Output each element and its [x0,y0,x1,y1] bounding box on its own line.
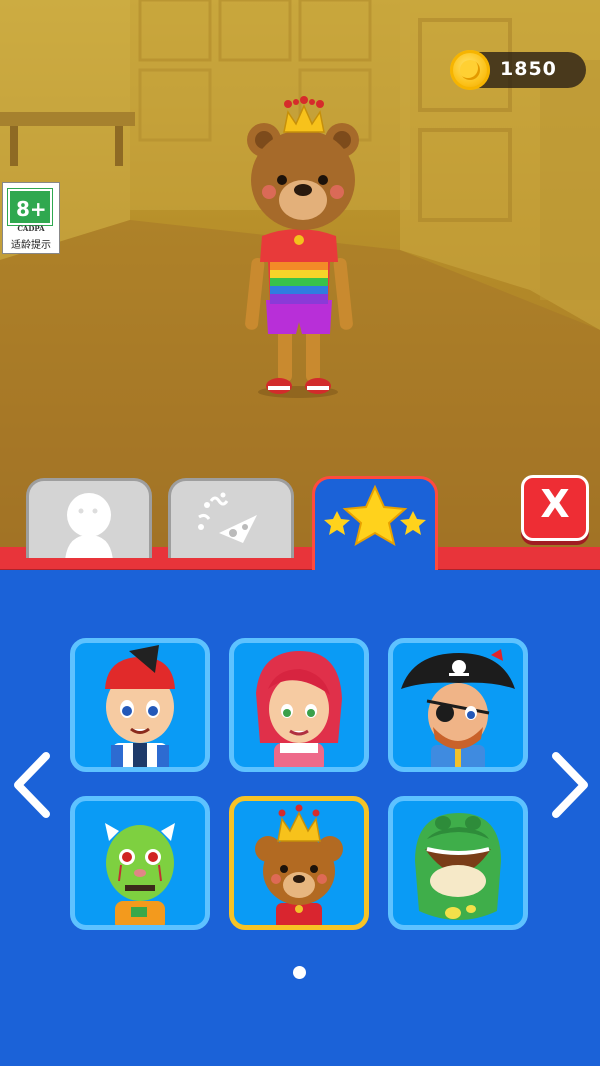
coin-counter: 1850 [450,50,586,90]
chevron-right-icon [552,752,588,818]
tab-special[interactable] [312,476,438,580]
tab-emotes[interactable] [168,478,294,558]
close-label: X [540,482,570,526]
prev-page-button[interactable] [10,750,56,820]
skin-card-boy[interactable] [70,638,210,772]
pirate-avatar [401,649,515,767]
skin-card-frog[interactable] [388,796,528,930]
bear-king-avatar [255,804,343,925]
age-rating-org: CADPA [17,224,45,233]
age-rating-icon: 8+ [7,188,53,226]
close-button[interactable]: X [521,475,589,541]
confetti-popper-icon [198,492,257,543]
frog-costume-avatar [415,813,501,920]
coin-count: 1850 [500,58,557,80]
green-zombie-avatar [105,823,175,925]
skin-card-bear-king[interactable] [229,796,369,930]
red-hair-girl-avatar [256,651,342,767]
next-page-button[interactable] [546,750,592,820]
character-silhouette-icon [65,493,113,558]
skin-card-pirate[interactable] [388,638,528,772]
skin-card-zombie[interactable] [70,796,210,930]
page-indicator-dot [293,966,306,979]
age-rating-badge: 8+ CADPA 适龄提示 [2,182,60,254]
age-rating-number: 8+ [16,197,47,221]
boy-red-cap-avatar [105,645,175,767]
skin-card-girl[interactable] [229,638,369,772]
gold-coin-icon [450,50,490,90]
chevron-left-icon [14,752,50,818]
stars-icon [324,484,426,547]
age-rating-tip: 适龄提示 [11,240,51,251]
tab-characters[interactable] [26,478,152,558]
